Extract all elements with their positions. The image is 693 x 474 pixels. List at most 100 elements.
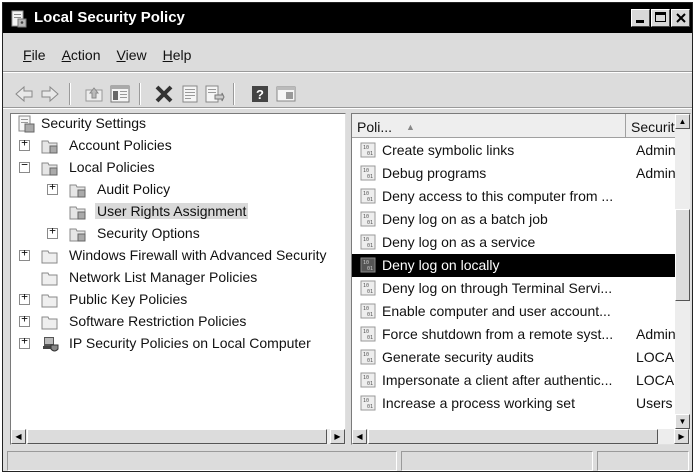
- scroll-right-button[interactable]: ▶: [674, 429, 689, 444]
- list-row-selected[interactable]: 10 01 Deny log on locally: [352, 254, 677, 277]
- list-row[interactable]: 10 01 Deny log on through Terminal Servi.…: [352, 277, 677, 300]
- policy-name: Deny log on locally: [382, 257, 500, 273]
- plus-icon: +: [21, 312, 28, 325]
- column-header-security-setting[interactable]: Security: [626, 114, 678, 138]
- toolbar-divider: [3, 107, 692, 109]
- scroll-thumb[interactable]: [368, 429, 658, 444]
- expand-button[interactable]: +: [19, 312, 30, 327]
- policy-folder-icon: [69, 184, 86, 198]
- status-cell-main: [7, 451, 397, 471]
- list-row[interactable]: 10 01 Create symbolic links Adminis: [352, 139, 686, 162]
- tree-label: Security Options: [97, 225, 200, 241]
- arrow-right-icon: ▶: [678, 432, 685, 441]
- expand-button[interactable]: +: [19, 137, 30, 151]
- scroll-thumb[interactable]: [27, 429, 327, 444]
- back-icon[interactable]: [13, 83, 35, 105]
- tree-pane[interactable]: Security Settings + Account Policies − L…: [10, 113, 346, 445]
- policy-icon: 1001: [360, 188, 376, 204]
- policy-icon: 1001: [360, 395, 376, 411]
- list-row[interactable]: 10 01 Deny log on as a service: [352, 231, 677, 254]
- menu-bar: File Action View Help: [3, 41, 692, 67]
- expand-button[interactable]: +: [19, 247, 30, 261]
- menu-toolbar-divider: [3, 71, 692, 73]
- list-row[interactable]: 10 01 Increase a process working set User…: [352, 392, 677, 415]
- list-row[interactable]: 10 01 Impersonate a client after authenti…: [352, 369, 682, 392]
- svg-text:01: 01: [367, 243, 373, 249]
- plus-icon: +: [21, 290, 28, 303]
- list-row[interactable]: 10 01 Enable computer and user account...: [352, 300, 677, 323]
- arrow-left-icon: ◀: [15, 432, 22, 441]
- expand-button[interactable]: +: [19, 290, 30, 305]
- svg-text:?: ?: [256, 87, 264, 102]
- export-list-icon[interactable]: [203, 83, 225, 105]
- policy-name: Deny log on as a batch job: [382, 211, 548, 227]
- policy-folder-icon: [69, 206, 86, 220]
- menu-view[interactable]: View: [109, 41, 155, 67]
- forward-icon[interactable]: [39, 83, 61, 105]
- toolbar-separator: [139, 83, 141, 105]
- policy-name: Deny log on through Terminal Servi...: [382, 280, 613, 296]
- tree-label: IP Security Policies on Local Computer: [69, 335, 311, 351]
- status-cell-secondary: [401, 451, 593, 471]
- collapse-button[interactable]: −: [19, 158, 30, 173]
- scroll-up-button[interactable]: ▲: [675, 114, 690, 129]
- tree-label: Security Settings: [41, 115, 147, 131]
- minimize-icon: [636, 20, 644, 23]
- svg-text:01: 01: [367, 174, 373, 180]
- minimize-button[interactable]: [631, 9, 650, 27]
- svg-text:01: 01: [367, 381, 373, 387]
- list-row[interactable]: 10 01 Deny log on as a batch job: [352, 208, 677, 231]
- policy-icon: 1001: [360, 372, 376, 388]
- up-folder-icon[interactable]: [83, 83, 105, 105]
- policy-icon: 1001: [360, 211, 376, 227]
- tree-label: Network List Manager Policies: [69, 269, 258, 285]
- minus-icon: −: [21, 158, 28, 171]
- maximize-button[interactable]: [651, 9, 670, 27]
- plus-icon: +: [49, 224, 56, 237]
- maximize-icon: [655, 12, 666, 22]
- status-bar: [3, 449, 692, 471]
- properties-icon[interactable]: [179, 83, 201, 105]
- plus-icon: +: [49, 180, 56, 193]
- policy-name: Enable computer and user account...: [382, 303, 611, 319]
- scroll-thumb[interactable]: [675, 209, 690, 301]
- tree-label: Local Policies: [69, 159, 155, 175]
- window-title: Local Security Policy: [34, 9, 185, 26]
- show-hide-tree-icon[interactable]: [109, 83, 131, 105]
- delete-icon[interactable]: [153, 83, 175, 105]
- title-bar[interactable]: Local Security Policy: [3, 3, 692, 33]
- policy-icon: 1001: [360, 142, 376, 158]
- list-row[interactable]: 10 01 Force shutdown from a remote syst..…: [352, 323, 686, 346]
- console-icon[interactable]: [275, 83, 297, 105]
- local-security-policy-window: Local Security Policy File Action View H…: [2, 2, 693, 472]
- svg-text:01: 01: [367, 404, 373, 410]
- list-row[interactable]: 10 01 Debug programs Adminis: [352, 162, 686, 185]
- policy-name: Impersonate a client after authentic...: [382, 372, 613, 388]
- scroll-left-button[interactable]: ◀: [352, 429, 367, 444]
- expand-button[interactable]: +: [47, 180, 58, 195]
- menu-file[interactable]: File: [15, 41, 54, 67]
- scroll-left-button[interactable]: ◀: [11, 429, 26, 444]
- scroll-right-button[interactable]: ▶: [330, 429, 345, 444]
- list-row[interactable]: 10 01 Deny access to this computer from .…: [352, 185, 677, 208]
- tree-horizontal-scrollbar[interactable]: ◀ ▶: [11, 429, 345, 444]
- scroll-down-button[interactable]: ▼: [675, 414, 690, 429]
- policy-icon: 1001: [360, 349, 376, 365]
- help-icon[interactable]: ?: [249, 83, 271, 105]
- expand-button[interactable]: +: [19, 335, 30, 349]
- menu-action[interactable]: Action: [54, 41, 109, 67]
- list-vertical-scrollbar[interactable]: ▲ ▼: [675, 114, 690, 429]
- list-horizontal-scrollbar[interactable]: ◀ ▶: [352, 429, 690, 444]
- ip-security-icon: [43, 337, 59, 352]
- policy-folder-icon: [41, 162, 58, 176]
- list-row[interactable]: 10 01 Generate security audits LOCAL: [352, 346, 682, 369]
- arrow-up-icon: ▲: [678, 117, 687, 126]
- policy-list-pane[interactable]: Poli... ▲ Security 10 01 Create symbolic l…: [351, 113, 691, 445]
- close-button[interactable]: [671, 9, 690, 27]
- policy-name: Create symbolic links: [382, 142, 515, 158]
- expand-button[interactable]: +: [47, 224, 58, 239]
- policy-icon: 1001: [360, 165, 376, 181]
- column-header-policy[interactable]: Poli... ▲: [352, 114, 626, 138]
- menu-help[interactable]: Help: [155, 41, 200, 67]
- svg-text:01: 01: [367, 289, 373, 295]
